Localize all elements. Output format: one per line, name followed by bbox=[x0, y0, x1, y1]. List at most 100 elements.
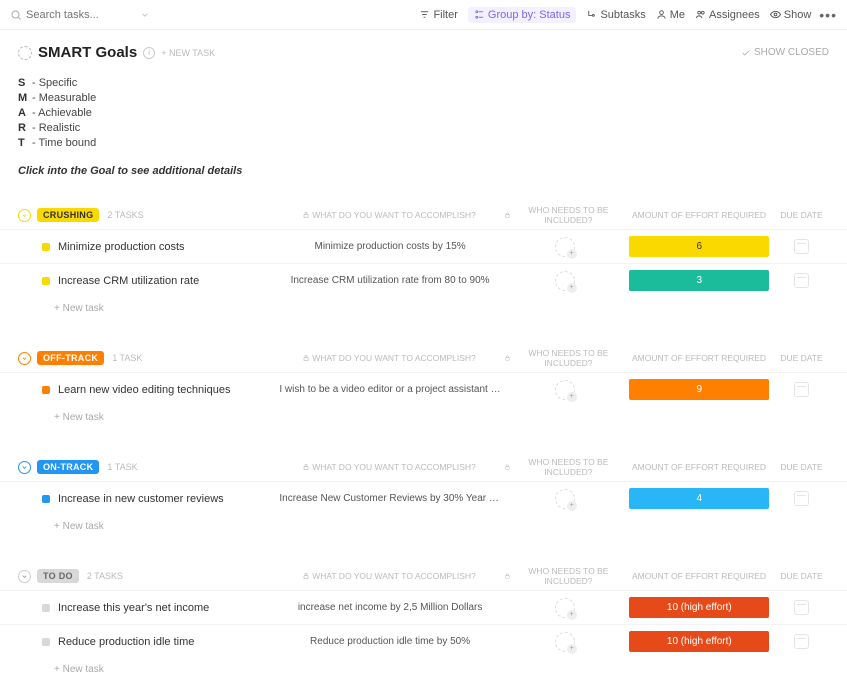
lock-icon bbox=[302, 211, 310, 219]
status-circle-icon[interactable] bbox=[18, 46, 32, 60]
calendar-icon[interactable] bbox=[794, 382, 809, 397]
show-closed-button[interactable]: SHOW CLOSED bbox=[741, 47, 829, 58]
add-assignee-icon[interactable] bbox=[555, 598, 575, 618]
task-count: 2 TASKS bbox=[107, 210, 143, 220]
calendar-icon[interactable] bbox=[794, 600, 809, 615]
task-row[interactable]: Reduce production idle time Reduce produ… bbox=[0, 624, 847, 658]
task-name[interactable]: Learn new video editing techniques bbox=[58, 384, 230, 396]
calendar-icon[interactable] bbox=[794, 491, 809, 506]
task-effort-cell: 10 (high effort) bbox=[625, 597, 775, 618]
column-header-accomplish: WHAT DO YOU WANT TO ACCOMPLISH? bbox=[274, 571, 504, 581]
smart-row: A- Achievable bbox=[18, 107, 847, 119]
smart-row: M- Measurable bbox=[18, 92, 847, 104]
collapse-toggle[interactable] bbox=[18, 209, 31, 222]
task-effort-cell: 10 (high effort) bbox=[625, 631, 775, 652]
task-effort-cell: 6 bbox=[625, 236, 775, 257]
task-row[interactable]: Minimize production costs Minimize produ… bbox=[0, 229, 847, 263]
task-row[interactable]: Increase this year's net income increase… bbox=[0, 590, 847, 624]
new-task-button[interactable]: + New task bbox=[0, 515, 847, 538]
subtasks-label: Subtasks bbox=[600, 9, 645, 21]
column-header-accomplish: WHAT DO YOU WANT TO ACCOMPLISH? bbox=[274, 462, 504, 472]
collapse-toggle[interactable] bbox=[18, 352, 31, 365]
task-name[interactable]: Increase in new customer reviews bbox=[58, 493, 224, 505]
new-task-header-button[interactable]: + NEW TASK bbox=[161, 48, 215, 58]
column-header-effort: AMOUNT OF EFFORT REQUIRED bbox=[624, 353, 774, 363]
effort-pill[interactable]: 3 bbox=[629, 270, 769, 291]
search-input[interactable] bbox=[26, 9, 136, 21]
task-assignee-cell bbox=[505, 489, 625, 509]
new-task-button[interactable]: + New task bbox=[0, 406, 847, 429]
add-assignee-icon[interactable] bbox=[555, 271, 575, 291]
lock-icon bbox=[302, 463, 310, 471]
lock-icon bbox=[504, 463, 511, 471]
collapse-toggle[interactable] bbox=[18, 570, 31, 583]
status-badge[interactable]: ON-TRACK bbox=[37, 460, 99, 474]
calendar-icon[interactable] bbox=[794, 273, 809, 288]
effort-pill[interactable]: 9 bbox=[629, 379, 769, 400]
task-status-square[interactable] bbox=[42, 386, 50, 394]
smart-letter: M bbox=[18, 92, 32, 104]
column-header-who: WHO NEEDS TO BE INCLUDED? bbox=[504, 348, 624, 368]
smart-text: - Realistic bbox=[32, 122, 80, 134]
more-menu-icon[interactable]: ••• bbox=[819, 7, 837, 23]
task-status-square[interactable] bbox=[42, 243, 50, 251]
effort-pill[interactable]: 4 bbox=[629, 488, 769, 509]
column-header-effort: AMOUNT OF EFFORT REQUIRED bbox=[624, 462, 774, 472]
effort-pill[interactable]: 6 bbox=[629, 236, 769, 257]
add-assignee-icon[interactable] bbox=[555, 632, 575, 652]
column-header-due: DUE DATE bbox=[774, 571, 829, 581]
task-effort-cell: 9 bbox=[625, 379, 775, 400]
task-name[interactable]: Increase this year's net income bbox=[58, 602, 209, 614]
task-count: 1 TASK bbox=[107, 462, 137, 472]
status-badge[interactable]: TO DO bbox=[37, 569, 79, 583]
task-row[interactable]: Increase CRM utilization rate Increase C… bbox=[0, 263, 847, 297]
show-closed-label: SHOW CLOSED bbox=[754, 47, 829, 58]
group-header: CRUSHING 2 TASKS WHAT DO YOU WANT TO ACC… bbox=[0, 201, 847, 229]
show-button[interactable]: Show bbox=[770, 9, 812, 21]
task-status-square[interactable] bbox=[42, 495, 50, 503]
chevron-down-icon bbox=[21, 355, 28, 362]
task-row[interactable]: Increase in new customer reviews Increas… bbox=[0, 481, 847, 515]
task-status-square[interactable] bbox=[42, 604, 50, 612]
task-name[interactable]: Increase CRM utilization rate bbox=[58, 275, 199, 287]
info-icon[interactable]: i bbox=[143, 47, 155, 59]
effort-pill[interactable]: 10 (high effort) bbox=[629, 597, 769, 618]
filter-button[interactable]: Filter bbox=[419, 9, 457, 21]
smart-text: - Measurable bbox=[32, 92, 96, 104]
task-accomplish-text: Reduce production idle time by 50% bbox=[275, 636, 504, 647]
calendar-icon[interactable] bbox=[794, 634, 809, 649]
smart-row: T- Time bound bbox=[18, 137, 847, 149]
new-task-button[interactable]: + New task bbox=[0, 297, 847, 320]
group-by-button[interactable]: Group by: Status bbox=[468, 7, 577, 23]
add-assignee-icon[interactable] bbox=[555, 489, 575, 509]
task-status-square[interactable] bbox=[42, 277, 50, 285]
status-badge[interactable]: CRUSHING bbox=[37, 208, 99, 222]
task-name[interactable]: Minimize production costs bbox=[58, 241, 185, 253]
smart-row: R- Realistic bbox=[18, 122, 847, 134]
status-badge[interactable]: OFF-TRACK bbox=[37, 351, 104, 365]
task-due-cell bbox=[774, 382, 829, 397]
task-group: ON-TRACK 1 TASK WHAT DO YOU WANT TO ACCO… bbox=[0, 453, 847, 538]
chevron-down-icon bbox=[21, 573, 28, 580]
add-assignee-icon[interactable] bbox=[555, 380, 575, 400]
collapse-toggle[interactable] bbox=[18, 461, 31, 474]
chevron-down-icon[interactable] bbox=[140, 10, 150, 20]
task-assignee-cell bbox=[505, 598, 625, 618]
me-button[interactable]: Me bbox=[656, 9, 685, 21]
assignees-button[interactable]: Assignees bbox=[695, 9, 760, 21]
column-header-accomplish: WHAT DO YOU WANT TO ACCOMPLISH? bbox=[274, 210, 504, 220]
task-status-square[interactable] bbox=[42, 638, 50, 646]
add-assignee-icon[interactable] bbox=[555, 237, 575, 257]
calendar-icon[interactable] bbox=[794, 239, 809, 254]
lock-icon bbox=[302, 354, 310, 362]
task-accomplish-text: Minimize production costs by 15% bbox=[275, 241, 504, 252]
effort-pill[interactable]: 10 (high effort) bbox=[629, 631, 769, 652]
subtasks-button[interactable]: Subtasks bbox=[586, 9, 645, 21]
task-due-cell bbox=[774, 600, 829, 615]
page-header: SMART Goals i + NEW TASK SHOW CLOSED bbox=[0, 30, 847, 71]
task-name[interactable]: Reduce production idle time bbox=[58, 636, 194, 648]
new-task-button[interactable]: + New task bbox=[0, 658, 847, 681]
lock-icon bbox=[504, 211, 511, 219]
task-row[interactable]: Learn new video editing techniques I wis… bbox=[0, 372, 847, 406]
me-label: Me bbox=[670, 9, 685, 21]
